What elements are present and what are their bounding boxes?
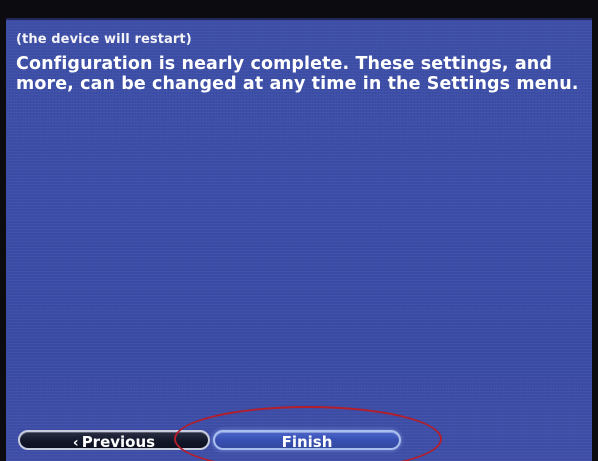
finish-button-label: Finish bbox=[281, 433, 333, 451]
chevron-left-icon: ‹ bbox=[72, 435, 79, 451]
navigation-bar: ‹ Previous Finish bbox=[6, 406, 592, 461]
restart-note: (the device will restart) bbox=[16, 32, 192, 47]
finish-button[interactable]: Finish bbox=[213, 430, 401, 451]
setup-screen: (the device will restart) Configuration … bbox=[6, 18, 592, 461]
configuration-message: Configuration is nearly complete. These … bbox=[16, 54, 579, 94]
previous-button-label: Previous bbox=[81, 433, 156, 451]
previous-button[interactable]: ‹ Previous bbox=[18, 430, 210, 451]
